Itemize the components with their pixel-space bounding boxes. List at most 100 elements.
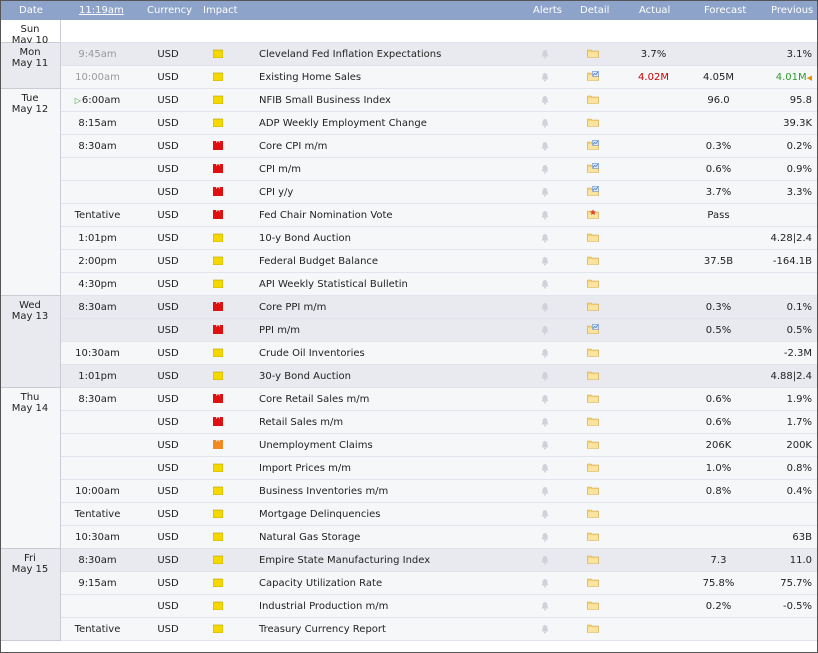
bell-icon[interactable] bbox=[541, 601, 549, 611]
bell-icon[interactable] bbox=[541, 118, 549, 128]
event-title[interactable]: CPI y/y bbox=[259, 187, 293, 198]
table-row[interactable]: 1:01pm USD 10-y Bond Auction 4.28|2.4 bbox=[1, 227, 817, 250]
bell-icon[interactable] bbox=[541, 141, 549, 151]
bell-icon[interactable] bbox=[541, 95, 549, 105]
table-row[interactable]: 10:30am USD Crude Oil Inventories -2.3M bbox=[1, 342, 817, 365]
folder-chart-icon[interactable] bbox=[587, 163, 599, 173]
event-title[interactable]: Retail Sales m/m bbox=[259, 417, 343, 428]
bell-icon[interactable] bbox=[541, 394, 549, 404]
col-currency-header[interactable]: Currency bbox=[147, 5, 192, 16]
folder-icon[interactable] bbox=[587, 485, 599, 495]
event-title[interactable]: ADP Weekly Employment Change bbox=[259, 118, 427, 129]
folder-icon[interactable] bbox=[587, 370, 599, 380]
table-row[interactable]: 8:30am USD Core PPI m/m 0.3% 0.1% bbox=[1, 296, 817, 319]
bell-icon[interactable] bbox=[541, 210, 549, 220]
folder-chart-icon[interactable] bbox=[587, 324, 599, 334]
bell-icon[interactable] bbox=[541, 279, 549, 289]
folder-icon[interactable] bbox=[587, 393, 599, 403]
bell-icon[interactable] bbox=[541, 164, 549, 174]
folder-icon[interactable] bbox=[587, 301, 599, 311]
table-row[interactable]: Tentative USD Mortgage Delinquencies bbox=[1, 503, 817, 526]
table-row[interactable]: 1:01pm USD 30-y Bond Auction 4.88|2.4 bbox=[1, 365, 817, 388]
bell-icon[interactable] bbox=[541, 72, 549, 82]
bell-icon[interactable] bbox=[541, 49, 549, 59]
table-row[interactable]: 8:30am USD Core Retail Sales m/m 0.6% 1.9% bbox=[1, 388, 817, 411]
event-title[interactable]: Cleveland Fed Inflation Expectations bbox=[259, 49, 441, 60]
table-row[interactable]: 8:30am USD Empire State Manufacturing Inde… bbox=[1, 549, 817, 572]
table-row[interactable]: Tentative USD Treasury Currency Report bbox=[1, 618, 817, 641]
folder-chart-icon[interactable] bbox=[587, 71, 599, 81]
table-row[interactable]: 9:45am USD Cleveland Fed Inflation Expecta… bbox=[1, 43, 817, 66]
col-date-header[interactable]: Date bbox=[19, 5, 43, 16]
bell-icon[interactable] bbox=[541, 532, 549, 542]
event-title[interactable]: Empire State Manufacturing Index bbox=[259, 555, 430, 566]
folder-icon[interactable] bbox=[587, 623, 599, 633]
table-row[interactable]: 4:30pm USD API Weekly Statistical Bulletin bbox=[1, 273, 817, 296]
event-title[interactable]: Crude Oil Inventories bbox=[259, 348, 365, 359]
bell-icon[interactable] bbox=[541, 256, 549, 266]
event-title[interactable]: 30-y Bond Auction bbox=[259, 371, 351, 382]
event-title[interactable]: 10-y Bond Auction bbox=[259, 233, 351, 244]
table-row[interactable]: 10:00am USD Business Inventories m/m 0.8% 0.… bbox=[1, 480, 817, 503]
bell-icon[interactable] bbox=[541, 371, 549, 381]
bell-icon[interactable] bbox=[541, 486, 549, 496]
table-row[interactable]: USD Industrial Production m/m 0.2% -0.5% bbox=[1, 595, 817, 618]
table-row[interactable]: USD Unemployment Claims 206K 200K bbox=[1, 434, 817, 457]
folder-icon[interactable] bbox=[587, 439, 599, 449]
table-row[interactable]: 10:30am USD Natural Gas Storage 63B bbox=[1, 526, 817, 549]
event-title[interactable]: CPI m/m bbox=[259, 164, 301, 175]
event-title[interactable]: Federal Budget Balance bbox=[259, 256, 378, 267]
bell-icon[interactable] bbox=[541, 578, 549, 588]
bell-icon[interactable] bbox=[541, 325, 549, 335]
table-row[interactable]: 8:15am USD ADP Weekly Employment Change 39.… bbox=[1, 112, 817, 135]
folder-icon[interactable] bbox=[587, 278, 599, 288]
bell-icon[interactable] bbox=[541, 233, 549, 243]
folder-icon[interactable] bbox=[587, 117, 599, 127]
event-title[interactable]: Fed Chair Nomination Vote bbox=[259, 210, 393, 221]
table-row[interactable]: 8:30am USD Core CPI m/m 0.3% 0.2% bbox=[1, 135, 817, 158]
table-row[interactable]: USD Retail Sales m/m 0.6% 1.7% bbox=[1, 411, 817, 434]
table-row[interactable]: USD PPI m/m 0.5% 0.5% bbox=[1, 319, 817, 342]
event-title[interactable]: Core CPI m/m bbox=[259, 141, 327, 152]
current-time-link[interactable]: 11:19am bbox=[79, 5, 124, 16]
folder-chart-icon[interactable] bbox=[587, 186, 599, 196]
table-row[interactable]: USD Import Prices m/m 1.0% 0.8% bbox=[1, 457, 817, 480]
folder-icon[interactable] bbox=[587, 554, 599, 564]
folder-icon[interactable] bbox=[587, 94, 599, 104]
table-row[interactable]: USD CPI m/m 0.6% 0.9% bbox=[1, 158, 817, 181]
event-title[interactable]: Core Retail Sales m/m bbox=[259, 394, 369, 405]
folder-icon[interactable] bbox=[587, 347, 599, 357]
event-title[interactable]: Industrial Production m/m bbox=[259, 601, 388, 612]
folder-icon[interactable] bbox=[587, 600, 599, 610]
table-row[interactable]: ▷6:00am USD NFIB Small Business Index 96.0 9… bbox=[1, 89, 817, 112]
bell-icon[interactable] bbox=[541, 463, 549, 473]
event-title[interactable]: Unemployment Claims bbox=[259, 440, 373, 451]
folder-icon[interactable] bbox=[587, 416, 599, 426]
folder-icon[interactable] bbox=[587, 48, 599, 58]
event-title[interactable]: Import Prices m/m bbox=[259, 463, 351, 474]
event-title[interactable]: Existing Home Sales bbox=[259, 72, 361, 83]
table-row[interactable]: 2:00pm USD Federal Budget Balance 37.5B -164… bbox=[1, 250, 817, 273]
bell-icon[interactable] bbox=[541, 440, 549, 450]
event-title[interactable]: Core PPI m/m bbox=[259, 302, 326, 313]
folder-icon[interactable] bbox=[587, 577, 599, 587]
bell-icon[interactable] bbox=[541, 348, 549, 358]
event-title[interactable]: API Weekly Statistical Bulletin bbox=[259, 279, 408, 290]
folder-star-icon[interactable] bbox=[587, 209, 599, 219]
folder-icon[interactable] bbox=[587, 232, 599, 242]
table-row[interactable]: 9:15am USD Capacity Utilization Rate 75.8% 7… bbox=[1, 572, 817, 595]
table-row[interactable]: USD CPI y/y 3.7% 3.3% bbox=[1, 181, 817, 204]
bell-icon[interactable] bbox=[541, 624, 549, 634]
folder-chart-icon[interactable] bbox=[587, 140, 599, 150]
col-impact-header[interactable]: Impact bbox=[203, 5, 238, 16]
bell-icon[interactable] bbox=[541, 509, 549, 519]
event-title[interactable]: Business Inventories m/m bbox=[259, 486, 388, 497]
event-title[interactable]: Mortgage Delinquencies bbox=[259, 509, 381, 520]
bell-icon[interactable] bbox=[541, 555, 549, 565]
folder-icon[interactable] bbox=[587, 462, 599, 472]
event-title[interactable]: Treasury Currency Report bbox=[259, 624, 386, 635]
folder-icon[interactable] bbox=[587, 508, 599, 518]
folder-icon[interactable] bbox=[587, 531, 599, 541]
bell-icon[interactable] bbox=[541, 417, 549, 427]
table-row[interactable]: 10:00am USD Existing Home Sales 4.02M 4.05M 4… bbox=[1, 66, 817, 89]
